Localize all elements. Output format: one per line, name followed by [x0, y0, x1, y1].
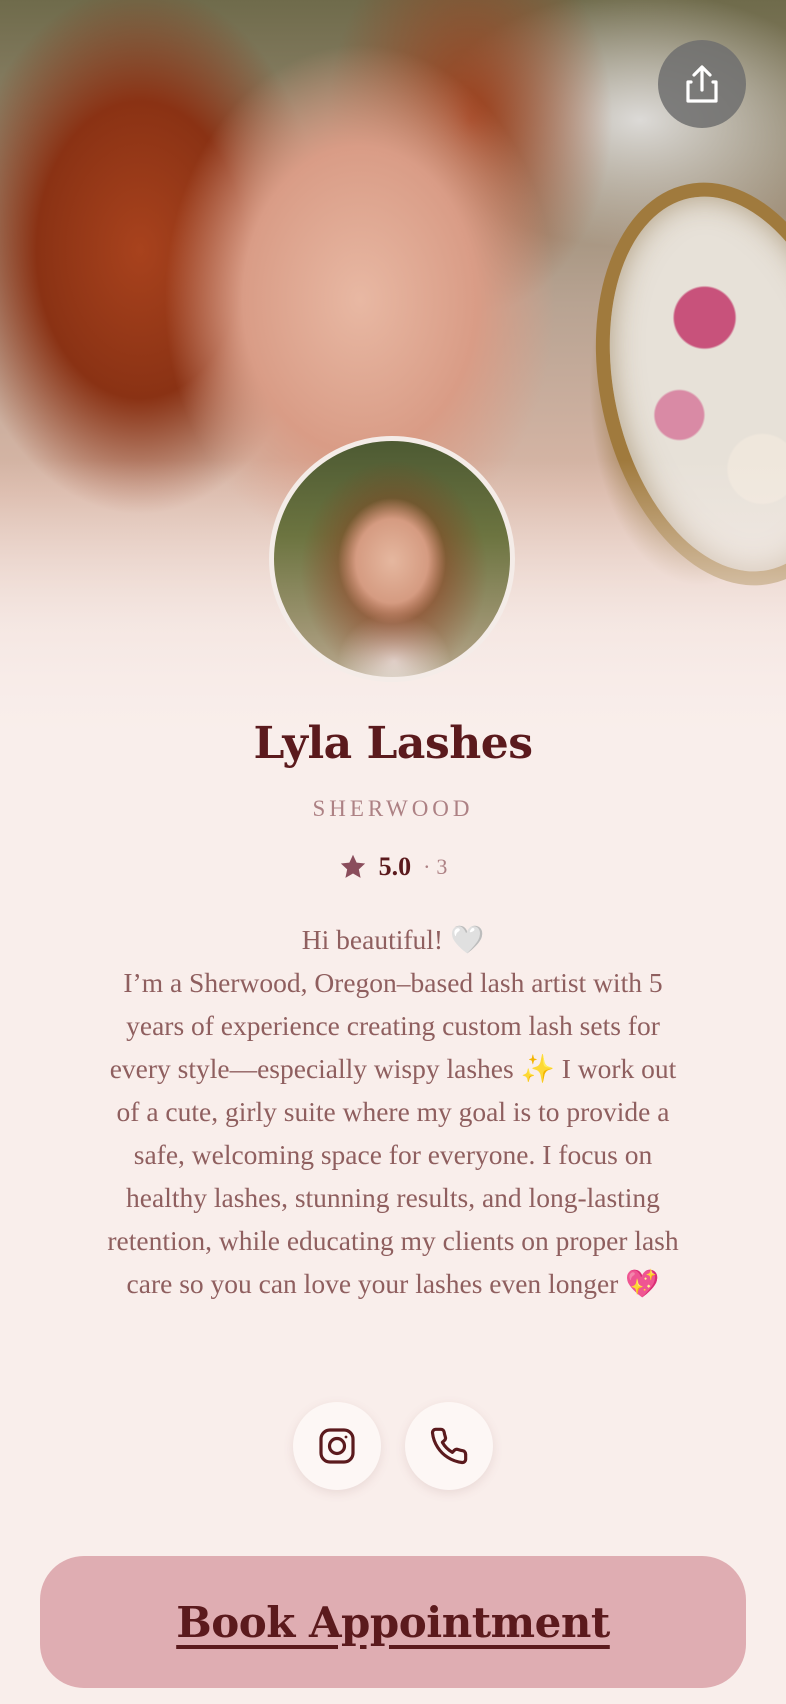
review-count[interactable]: 3 [436, 854, 447, 880]
avatar [269, 436, 515, 682]
star-icon [340, 854, 365, 878]
contact-buttons [0, 1402, 786, 1490]
rating-summary: 5.0 · 3 [0, 852, 786, 882]
rating-score: 5.0 [378, 852, 412, 881]
profile-bio: Hi beautiful! 🤍 I’m a Sherwood, Oregon–b… [107, 924, 679, 1299]
instagram-icon [319, 1428, 355, 1464]
book-appointment-button[interactable]: Book Appointment [40, 1556, 746, 1688]
share-button[interactable] [658, 40, 746, 128]
rating-separator: · [423, 854, 431, 879]
book-appointment-label: Book Appointment [176, 1597, 610, 1647]
instagram-button[interactable] [293, 1402, 381, 1490]
phone-button[interactable] [405, 1402, 493, 1490]
profile-location: SHERWOOD [312, 796, 474, 821]
profile-name: Lyla Lashes [253, 718, 533, 769]
share-icon [686, 65, 718, 103]
profile-page: Lyla Lashes SHERWOOD 5.0 · 3 Hi beautifu… [0, 0, 786, 1704]
phone-icon [430, 1427, 468, 1465]
